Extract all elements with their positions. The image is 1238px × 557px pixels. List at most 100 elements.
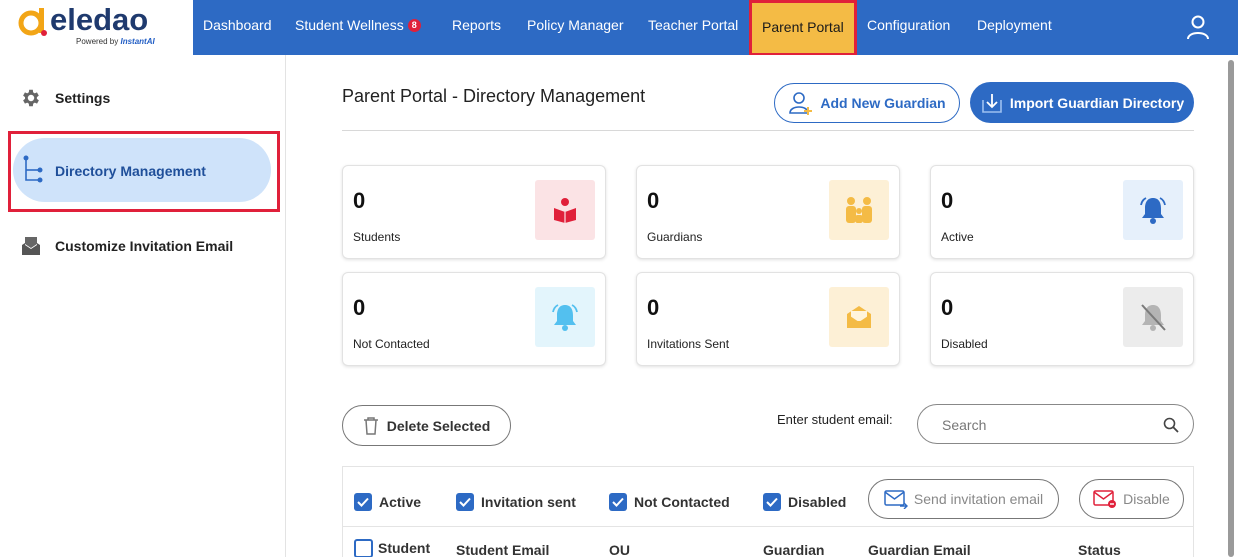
page-title: Parent Portal - Directory Management bbox=[342, 86, 646, 106]
nav-deployment[interactable]: Deployment bbox=[977, 0, 1052, 55]
check-icon bbox=[357, 497, 369, 507]
family-icon bbox=[846, 197, 872, 223]
add-guardian-label: Add New Guardian bbox=[820, 95, 946, 111]
send-invitation-email-button[interactable]: Send invitation email bbox=[868, 479, 1059, 519]
column-header-guardian[interactable]: Guardian bbox=[763, 542, 824, 557]
filter-label: Invitation sent bbox=[481, 494, 576, 510]
envelope-open-icon bbox=[847, 306, 871, 328]
stat-label: Disabled bbox=[941, 337, 988, 351]
sidebar-item-customize-invitation-email[interactable]: Customize Invitation Email bbox=[20, 235, 233, 257]
stat-card-disabled: 0 Disabled bbox=[930, 272, 1194, 366]
stat-icon-box bbox=[829, 180, 889, 240]
filter-active-checkbox[interactable]: Active bbox=[354, 493, 421, 511]
select-all-checkbox[interactable] bbox=[354, 539, 373, 557]
search-icon[interactable] bbox=[1163, 417, 1179, 433]
nav-parent-portal[interactable]: Parent Portal bbox=[749, 0, 857, 56]
stat-value: 0 bbox=[353, 295, 366, 320]
column-header-ou[interactable]: OU bbox=[609, 542, 630, 557]
sidebar-item-settings[interactable]: Settings bbox=[20, 87, 110, 109]
powered-by-brand: InstantAI bbox=[120, 37, 155, 46]
stat-value: 0 bbox=[647, 188, 660, 213]
column-header-guardian-email[interactable]: Guardian Email bbox=[868, 542, 971, 557]
stat-icon-box bbox=[1123, 287, 1183, 347]
title-divider bbox=[342, 130, 1194, 131]
main-nav: Dashboard Student Wellness 8 Reports Poli… bbox=[193, 0, 1238, 56]
stat-card-students: 0 Students bbox=[342, 165, 606, 259]
nav-configuration[interactable]: Configuration bbox=[867, 0, 950, 55]
stat-card-invitations-sent: 0 Invitations Sent bbox=[636, 272, 900, 366]
import-guardian-directory-button[interactable]: Import Guardian Directory bbox=[970, 82, 1194, 123]
sidebar-item-label: Settings bbox=[55, 90, 111, 106]
bell-off-icon bbox=[1141, 304, 1166, 331]
disable-button[interactable]: Disable bbox=[1079, 479, 1184, 519]
nav-dashboard[interactable]: Dashboard bbox=[203, 0, 272, 55]
sidebar-item-label: Customize Invitation Email bbox=[55, 238, 234, 254]
import-icon bbox=[982, 93, 1002, 113]
mail-tray-icon bbox=[22, 237, 40, 255]
filter-not-contacted-checkbox[interactable]: Not Contacted bbox=[609, 493, 730, 511]
bell-icon bbox=[552, 304, 578, 331]
stat-label: Invitations Sent bbox=[647, 337, 730, 351]
stat-card-guardians: 0 Guardians bbox=[636, 165, 900, 259]
filter-label: Active bbox=[379, 494, 422, 510]
checkbox-checked bbox=[456, 493, 474, 511]
checkbox-checked bbox=[354, 493, 372, 511]
trash-icon bbox=[363, 416, 378, 435]
stat-value: 0 bbox=[941, 295, 954, 320]
nav-teacher-portal[interactable]: Teacher Portal bbox=[648, 0, 738, 55]
stat-label: Not Contacted bbox=[353, 337, 430, 351]
vertical-scrollbar[interactable] bbox=[1228, 60, 1234, 557]
delete-selected-button[interactable]: Delete Selected bbox=[342, 405, 511, 446]
send-mail-icon bbox=[884, 490, 908, 509]
disable-label: Disable bbox=[1123, 491, 1170, 507]
gear-icon bbox=[23, 89, 39, 107]
stat-icon-box bbox=[1123, 180, 1183, 240]
stat-label: Guardians bbox=[647, 230, 703, 244]
stat-value: 0 bbox=[647, 295, 660, 320]
bell-icon bbox=[1140, 197, 1166, 224]
check-icon bbox=[459, 497, 471, 507]
search-box bbox=[917, 404, 1194, 444]
checkbox-checked bbox=[609, 493, 627, 511]
stat-icon-box bbox=[829, 287, 889, 347]
nav-reports[interactable]: Reports bbox=[452, 0, 501, 55]
logo[interactable]: eledao Powered by InstantAI bbox=[0, 0, 193, 55]
user-icon[interactable] bbox=[1186, 14, 1210, 40]
checkbox-checked bbox=[763, 493, 781, 511]
nav-student-wellness[interactable]: Student Wellness 8 bbox=[295, 0, 421, 55]
search-input[interactable] bbox=[942, 414, 1152, 436]
filter-label: Disabled bbox=[788, 494, 847, 510]
nav-student-wellness-label: Student Wellness bbox=[295, 17, 404, 33]
mail-disable-icon bbox=[1093, 490, 1117, 508]
reading-student-icon bbox=[554, 198, 576, 223]
add-user-icon bbox=[789, 92, 813, 115]
send-invitation-label: Send invitation email bbox=[913, 491, 1044, 507]
nav-policy-manager[interactable]: Policy Manager bbox=[527, 0, 624, 55]
add-guardian-button[interactable]: Add New Guardian bbox=[774, 83, 960, 123]
stat-card-not-contacted: 0 Not Contacted bbox=[342, 272, 606, 366]
sidebar-item-directory-management[interactable]: Directory Management bbox=[13, 138, 271, 202]
stat-icon-box bbox=[535, 287, 595, 347]
filter-label: Not Contacted bbox=[634, 494, 730, 510]
stat-icon-box bbox=[535, 180, 595, 240]
check-icon bbox=[766, 497, 778, 507]
logo-text: eledao bbox=[50, 2, 149, 37]
logo-mark-icon bbox=[18, 8, 47, 36]
top-bar: eledao Powered by InstantAI Dashboard St… bbox=[0, 0, 1238, 56]
stat-value: 0 bbox=[941, 188, 954, 213]
stat-label: Active bbox=[941, 230, 974, 244]
column-header-student[interactable]: Student bbox=[378, 540, 430, 556]
check-icon bbox=[612, 497, 624, 507]
import-label: Import Guardian Directory bbox=[1009, 94, 1185, 111]
search-label: Enter student email: bbox=[777, 412, 893, 427]
stat-card-active: 0 Active bbox=[930, 165, 1194, 259]
column-header-status[interactable]: Status bbox=[1078, 542, 1121, 557]
table-header-row: Student Student Email OU Guardian Guardi… bbox=[343, 528, 1193, 557]
delete-selected-label: Delete Selected bbox=[386, 417, 491, 434]
filter-row: Active Invitation sent Not Contacted Dis… bbox=[343, 467, 1193, 527]
stat-label: Students bbox=[353, 230, 401, 244]
filter-disabled-checkbox[interactable]: Disabled bbox=[763, 493, 846, 511]
notification-badge: 8 bbox=[407, 19, 421, 32]
column-header-student-email[interactable]: Student Email bbox=[456, 542, 549, 557]
filter-invitation-sent-checkbox[interactable]: Invitation sent bbox=[456, 493, 576, 511]
